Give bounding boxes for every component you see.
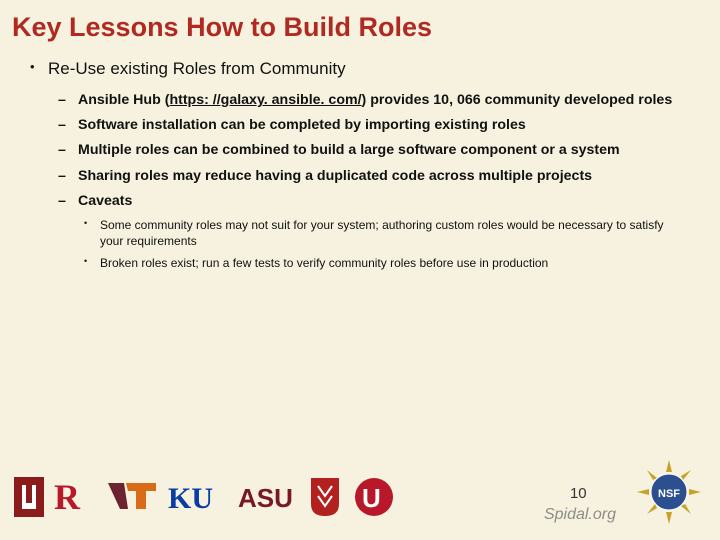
ku-logo: KU — [168, 475, 228, 519]
asu-logo: ASU — [238, 475, 298, 519]
svg-text:R: R — [54, 477, 81, 517]
svg-text:KU: KU — [168, 482, 213, 515]
iu-logo — [14, 475, 44, 519]
bullet-l1: Re-Use existing Roles from Community — [30, 59, 702, 79]
vt-logo — [106, 475, 158, 519]
level3-list: Some community roles may not suit for yo… — [84, 217, 702, 272]
brand-label: Spidal.org — [544, 504, 616, 526]
bullet-l3-not-suit: Some community roles may not suit for yo… — [84, 217, 674, 249]
nsf-logo: NSF — [636, 459, 702, 530]
bullet-l2-combine-roles: Multiple roles can be combined to build … — [58, 141, 702, 160]
svg-text:ASU: ASU — [238, 483, 293, 513]
page-number: 10 — [570, 483, 616, 504]
galaxy-link[interactable]: https: //galaxy. ansible. com/ — [169, 92, 361, 108]
bullet-l2-software-install: Software installation can be completed b… — [58, 116, 702, 135]
slide-title: Key Lessons How to Build Roles — [12, 12, 702, 43]
svg-text:NSF: NSF — [658, 488, 680, 500]
level2-list: Ansible Hub (https: //galaxy. ansible. c… — [58, 91, 702, 271]
page-meta: 10 Spidal.org — [544, 483, 616, 526]
bullet-l2-caveats: Caveats — [58, 192, 702, 211]
utah-logo: U — [352, 475, 396, 519]
bullet-l2-sharing: Sharing roles may reduce having a duplic… — [58, 167, 702, 186]
stonybrook-logo — [308, 475, 342, 519]
text-pre: Ansible Hub ( — [78, 92, 169, 108]
bullet-l3-broken: Broken roles exist; run a few tests to v… — [84, 255, 674, 271]
bullet-l2-ansible-hub: Ansible Hub (https: //galaxy. ansible. c… — [58, 91, 702, 110]
text-post: ) provides 10, 066 community developed r… — [362, 92, 673, 108]
rutgers-logo: R — [54, 475, 96, 519]
svg-text:U: U — [362, 483, 381, 513]
